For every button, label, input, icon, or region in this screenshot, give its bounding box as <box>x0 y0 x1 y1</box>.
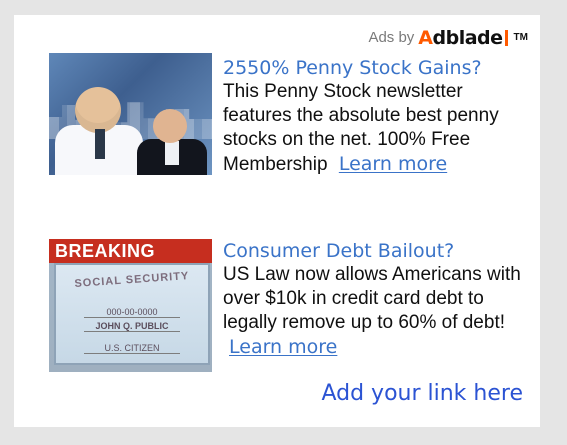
stock-traders-image[interactable] <box>49 53 212 175</box>
trader-right-shirt <box>165 141 179 165</box>
card-number: 000-00-0000 <box>106 307 158 317</box>
ad-1-learn-more-link[interactable]: Learn more <box>339 153 447 175</box>
add-your-link-here[interactable]: Add your link here <box>321 381 523 407</box>
trader-left-tie <box>95 129 105 159</box>
trademark-mark: TM <box>513 32 528 43</box>
ad-2-text: Consumer Debt Bailout? US Law now allows… <box>223 239 529 360</box>
card-footer: U.S. CITIZEN <box>104 343 160 353</box>
breaking-badge: BREAKING <box>49 239 212 263</box>
ads-by-header: Ads by Adblade TM <box>368 28 528 48</box>
ad-2-description: US Law now allows Americans with over $1… <box>223 264 521 333</box>
social-security-card: SOCIAL SECURITY 000-00-0000 JOHN Q. PUBL… <box>54 263 210 365</box>
ad-widget: Ads by Adblade TM 2550% Penny Stock Gain… <box>14 15 540 427</box>
ads-by-label: Ads by <box>368 29 415 46</box>
ad-1-headline[interactable]: 2550% Penny Stock Gains? <box>223 56 529 80</box>
adblade-logo[interactable]: Adblade <box>418 28 508 48</box>
adblade-logo-a: A <box>418 27 433 49</box>
card-name: JOHN Q. PUBLIC <box>95 321 169 331</box>
adblade-logo-rest: dblade <box>432 27 504 49</box>
social-security-card-title: SOCIAL SECURITY <box>74 270 190 291</box>
trader-right-head <box>153 109 187 143</box>
ad-1-text: 2550% Penny Stock Gains? This Penny Stoc… <box>223 56 529 177</box>
ad-2-learn-more-link[interactable]: Learn more <box>229 336 337 358</box>
adblade-logo-mark <box>504 30 508 46</box>
trader-left-head <box>75 87 121 133</box>
social-security-image[interactable]: BREAKING SOCIAL SECURITY 000-00-0000 JOH… <box>49 239 212 372</box>
ad-2-headline[interactable]: Consumer Debt Bailout? <box>223 239 529 263</box>
